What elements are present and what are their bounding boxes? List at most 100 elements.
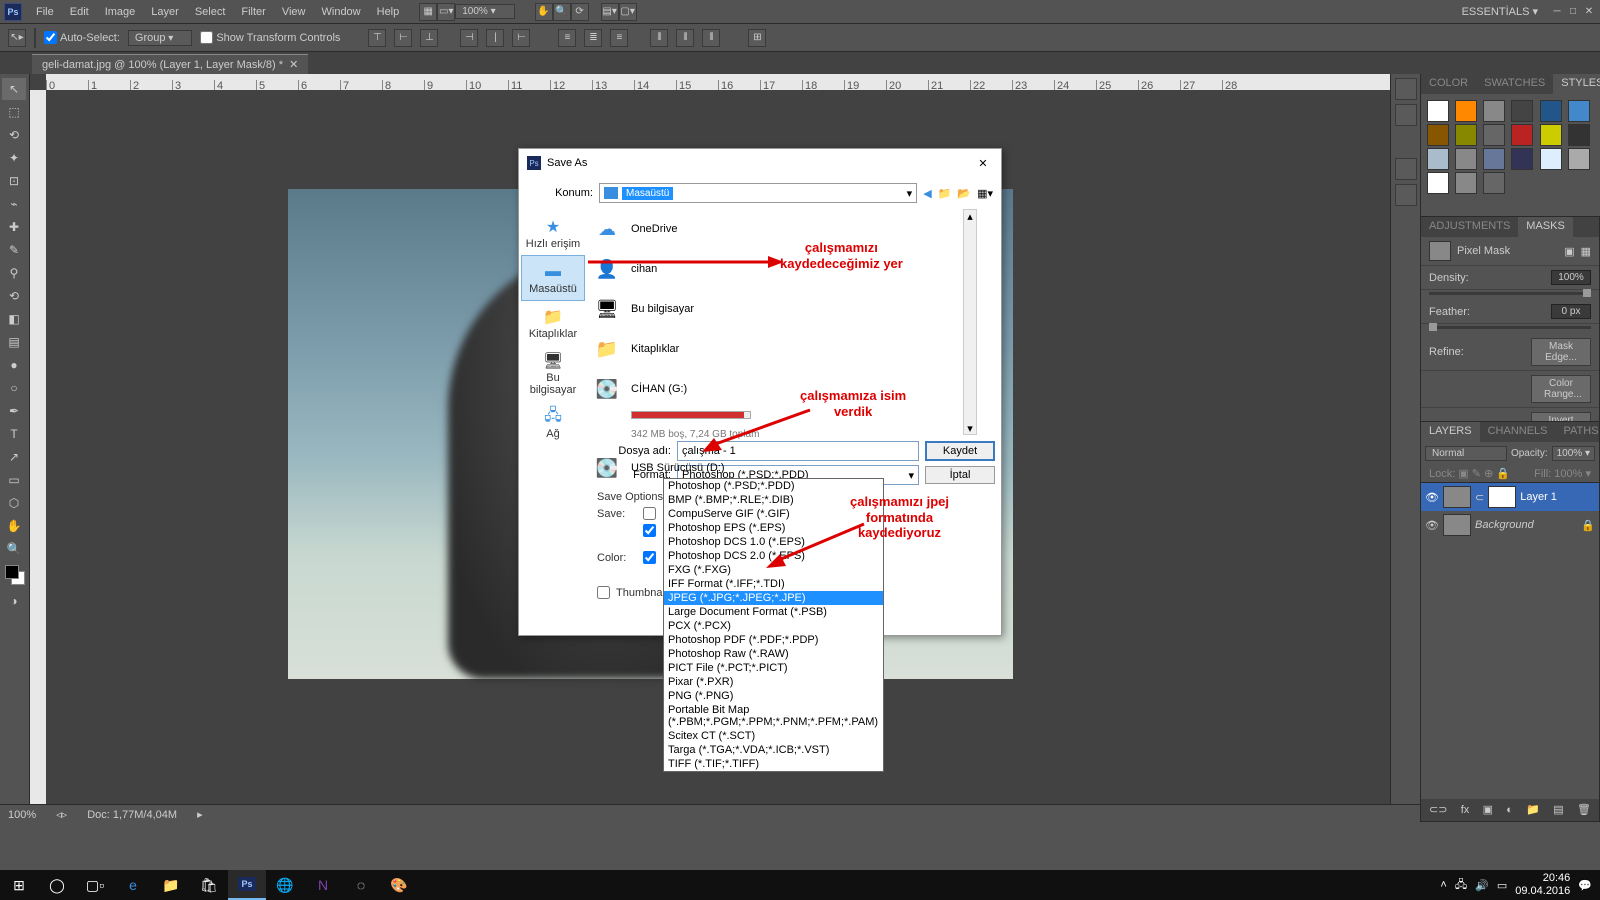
tab-layers[interactable]: LAYERS bbox=[1421, 422, 1480, 442]
notifications-icon[interactable]: 💬 bbox=[1578, 879, 1592, 892]
onenote-icon[interactable]: N bbox=[304, 870, 342, 900]
file-item-thispc[interactable]: 🖥Bu bilgisayar bbox=[587, 289, 981, 329]
rotate-view-icon[interactable]: ⟳ bbox=[571, 3, 589, 21]
fx-icon[interactable]: fx bbox=[1461, 804, 1470, 816]
distribute-icon-3[interactable]: ≡ bbox=[610, 29, 628, 47]
align-icon-1[interactable]: ⊤ bbox=[368, 29, 386, 47]
format-option[interactable]: Targa (*.TGA;*.VDA;*.ICB;*.VST) bbox=[664, 743, 883, 757]
scrubby-icon[interactable]: ◃▹ bbox=[56, 808, 67, 821]
heal-tool[interactable]: ✚ bbox=[2, 216, 26, 238]
new-folder-icon[interactable]: 📂 bbox=[957, 187, 971, 200]
format-option[interactable]: PCX (*.PCX) bbox=[664, 619, 883, 633]
mini-panel-icon[interactable] bbox=[1395, 158, 1417, 180]
screen-mode-icon[interactable]: ▢▾ bbox=[619, 3, 637, 21]
place-thispc[interactable]: 🖥Bu bilgisayar bbox=[521, 345, 585, 401]
gradient-tool[interactable]: ▤ bbox=[2, 331, 26, 353]
format-option[interactable]: Photoshop Raw (*.RAW) bbox=[664, 647, 883, 661]
style-swatch[interactable] bbox=[1540, 124, 1562, 146]
wand-tool[interactable]: ✦ bbox=[2, 147, 26, 169]
blur-tool[interactable]: ● bbox=[2, 354, 26, 376]
hand-tool[interactable]: ✋ bbox=[2, 515, 26, 537]
style-swatch[interactable] bbox=[1540, 148, 1562, 170]
menu-select[interactable]: Select bbox=[187, 2, 234, 22]
align-icon-3[interactable]: ⊥ bbox=[420, 29, 438, 47]
path-tool[interactable]: ↗ bbox=[2, 446, 26, 468]
quick-mask-tool[interactable]: ◑ bbox=[2, 590, 26, 612]
scrollbar[interactable]: ▴▾ bbox=[963, 209, 977, 435]
mini-panel-icon[interactable] bbox=[1395, 104, 1417, 126]
opacity-input[interactable]: 100% ▾ bbox=[1552, 446, 1595, 461]
eraser-tool[interactable]: ◧ bbox=[2, 308, 26, 330]
density-input[interactable] bbox=[1551, 270, 1591, 285]
explorer-icon[interactable]: 📁 bbox=[152, 870, 190, 900]
file-item-libraries[interactable]: 📁Kitaplıklar bbox=[587, 329, 981, 369]
format-option[interactable]: Photoshop PDF (*.PDF;*.PDP) bbox=[664, 633, 883, 647]
arrange-icon[interactable]: ▤▾ bbox=[601, 3, 619, 21]
history-tool[interactable]: ⟲ bbox=[2, 285, 26, 307]
move-tool[interactable]: ↖ bbox=[2, 78, 26, 100]
photoshop-task-icon[interactable]: Ps bbox=[228, 870, 266, 900]
style-swatch[interactable] bbox=[1483, 100, 1505, 122]
mask-add-icon[interactable]: ▣ bbox=[1483, 803, 1493, 816]
minimize-button[interactable]: ─ bbox=[1550, 5, 1564, 19]
style-swatch[interactable] bbox=[1483, 172, 1505, 194]
task-view-button[interactable]: ▢▫ bbox=[76, 870, 114, 900]
style-swatch[interactable] bbox=[1427, 148, 1449, 170]
lasso-tool[interactable]: ⟲ bbox=[2, 124, 26, 146]
format-option[interactable]: Photoshop (*.PSD;*.PDD) bbox=[664, 479, 883, 493]
style-swatch[interactable] bbox=[1568, 148, 1590, 170]
place-quick[interactable]: ★Hızlı erişim bbox=[521, 211, 585, 255]
color-picker[interactable] bbox=[5, 565, 25, 585]
edge-icon[interactable]: e bbox=[114, 870, 152, 900]
back-icon[interactable]: ◀ bbox=[923, 187, 931, 200]
style-swatch[interactable] bbox=[1568, 100, 1590, 122]
new-layer-icon[interactable]: ▤ bbox=[1553, 803, 1563, 816]
tab-channels[interactable]: CHANNELS bbox=[1480, 422, 1556, 442]
tray-up-icon[interactable]: ˄ bbox=[1440, 879, 1446, 891]
style-swatch[interactable] bbox=[1540, 100, 1562, 122]
place-network[interactable]: 🖧Ağ bbox=[521, 401, 585, 445]
chrome-icon[interactable]: 🌐 bbox=[266, 870, 304, 900]
layout-icon[interactable]: ▭▾ bbox=[437, 3, 455, 21]
style-swatch[interactable] bbox=[1483, 148, 1505, 170]
app-icon[interactable]: 🎨 bbox=[380, 870, 418, 900]
crop-tool[interactable]: ⊡ bbox=[2, 170, 26, 192]
mask-edge-button[interactable]: Mask Edge... bbox=[1531, 338, 1591, 366]
network-icon[interactable]: 🖧 bbox=[1455, 876, 1467, 895]
status-arrow-icon[interactable]: ▸ bbox=[197, 808, 203, 821]
clock[interactable]: 20:4609.04.2016 bbox=[1515, 872, 1570, 898]
format-option[interactable]: IFF Format (*.IFF;*.TDI) bbox=[664, 577, 883, 591]
auto-select-checkbox[interactable]: Auto-Select: bbox=[44, 31, 120, 44]
tab-adjustments[interactable]: ADJUSTMENTS bbox=[1421, 217, 1518, 237]
format-option[interactable]: PICT File (*.PCT;*.PICT) bbox=[664, 661, 883, 675]
style-swatch[interactable] bbox=[1455, 172, 1477, 194]
tab-styles[interactable]: STYLES bbox=[1553, 74, 1600, 94]
auto-select-dropdown[interactable]: Group ▾ bbox=[128, 30, 192, 46]
blend-mode-dropdown[interactable]: Normal bbox=[1425, 446, 1507, 461]
menu-edit[interactable]: Edit bbox=[62, 2, 97, 22]
menu-filter[interactable]: Filter bbox=[233, 2, 273, 22]
location-combo[interactable]: Masaüstü ▾ bbox=[599, 183, 917, 203]
format-option[interactable]: TIFF (*.TIF;*.TIFF) bbox=[664, 757, 883, 771]
menu-view[interactable]: View bbox=[274, 2, 314, 22]
zoom-dropdown[interactable]: 100% ▾ bbox=[455, 4, 514, 19]
feather-input[interactable] bbox=[1551, 304, 1591, 319]
distribute-icon-6[interactable]: ⦀ bbox=[702, 29, 720, 47]
align-icon-4[interactable]: ⊣ bbox=[460, 29, 478, 47]
document-tab[interactable]: geli-damat.jpg @ 100% (Layer 1, Layer Ma… bbox=[32, 54, 308, 74]
adj-layer-icon[interactable]: ◐ bbox=[1506, 804, 1513, 816]
style-swatch[interactable] bbox=[1568, 124, 1590, 146]
align-icon-6[interactable]: ⊢ bbox=[512, 29, 530, 47]
menu-window[interactable]: Window bbox=[314, 2, 369, 22]
search-button[interactable]: ◯ bbox=[38, 870, 76, 900]
tab-color[interactable]: COLOR bbox=[1421, 74, 1476, 94]
menu-image[interactable]: Image bbox=[97, 2, 144, 22]
save-opt-checkbox[interactable] bbox=[643, 507, 656, 520]
app-icon[interactable]: ◌ bbox=[342, 870, 380, 900]
thumb-checkbox[interactable] bbox=[597, 586, 610, 599]
lang-icon[interactable]: ▭ bbox=[1497, 879, 1507, 892]
format-option[interactable]: Portable Bit Map (*.PBM;*.PGM;*.PPM;*.PN… bbox=[664, 703, 883, 729]
format-option[interactable]: JPEG (*.JPG;*.JPEG;*.JPE) bbox=[664, 591, 883, 605]
pen-tool[interactable]: ✒ bbox=[2, 400, 26, 422]
volume-icon[interactable]: 🔊 bbox=[1475, 879, 1489, 892]
